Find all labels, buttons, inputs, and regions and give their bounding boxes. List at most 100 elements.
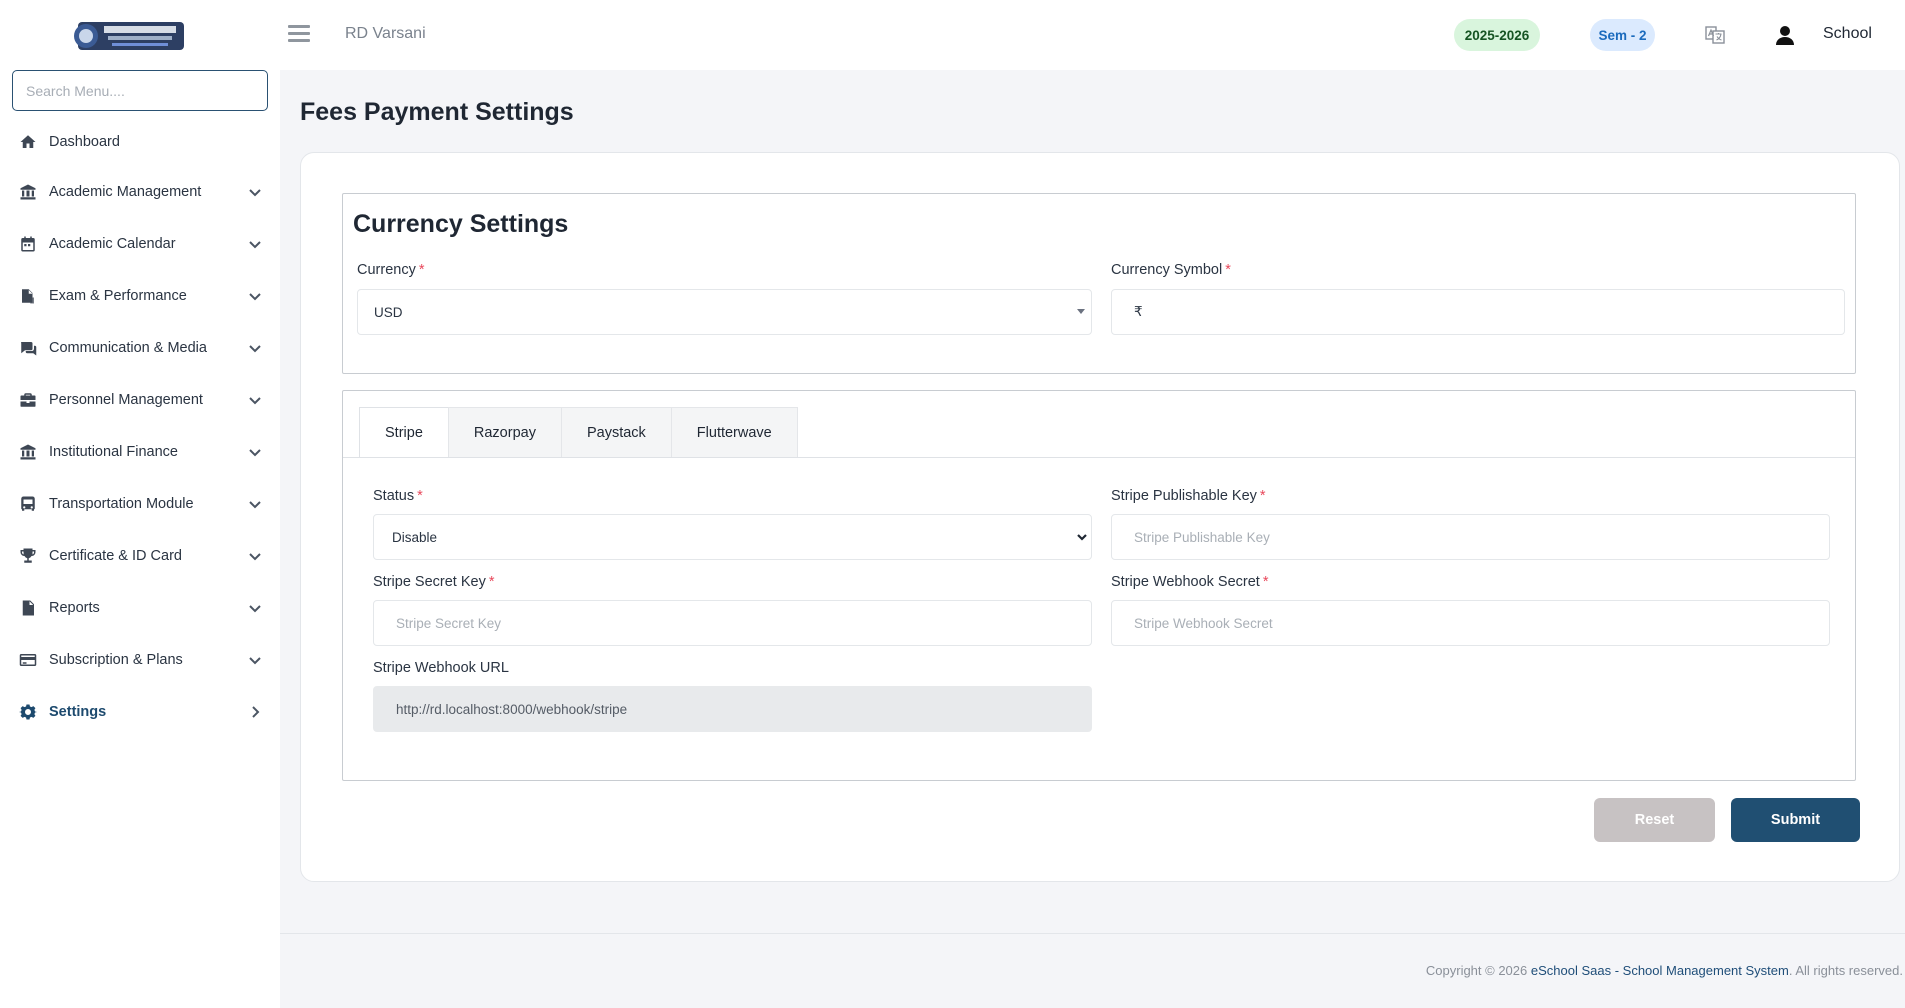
publishable-key-label: Stripe Publishable Key *: [1111, 488, 1266, 504]
sidebar-item-settings[interactable]: Settings: [0, 686, 280, 738]
tab-flutterwave[interactable]: Flutterwave: [670, 407, 798, 458]
currency-settings-title: Currency Settings: [353, 210, 569, 238]
chevron-down-icon: [248, 653, 262, 667]
chevron-down-icon: [248, 289, 262, 303]
language-icon[interactable]: [1704, 24, 1726, 46]
sidebar-item-label: Academic Calendar: [49, 236, 176, 252]
top-bar: RD Varsani 2025-2026 Sem - 2 School: [280, 0, 1905, 70]
calendar-icon: [18, 234, 38, 254]
settings-card: Currency Settings Currency * USD Currency…: [300, 152, 1900, 882]
currency-symbol-label: Currency Symbol *: [1111, 262, 1231, 278]
chevron-down-icon: [248, 393, 262, 407]
semester-badge[interactable]: Sem - 2: [1590, 19, 1655, 51]
home-icon: [18, 132, 38, 152]
exam-icon: [18, 286, 38, 306]
required-mark: *: [488, 574, 495, 590]
school-logo[interactable]: [70, 18, 192, 54]
secret-key-input[interactable]: [373, 600, 1092, 646]
required-mark: *: [1225, 262, 1231, 278]
page-title: Fees Payment Settings: [300, 98, 574, 126]
sidebar-item-transportation-module[interactable]: Transportation Module: [0, 478, 280, 530]
footer-link[interactable]: eSchool Saas - School Management System: [1531, 963, 1789, 978]
sidebar-item-academic-calendar[interactable]: Academic Calendar: [0, 218, 280, 270]
status-select[interactable]: Disable: [373, 514, 1092, 560]
chevron-down-icon: [248, 445, 262, 459]
publishable-key-input[interactable]: [1111, 514, 1830, 560]
currency-settings-box: Currency Settings Currency * USD Currency…: [342, 193, 1856, 374]
currency-select-value: USD: [374, 304, 403, 320]
sidebar-item-label: Dashboard: [49, 134, 120, 150]
sidebar-item-label: Personnel Management: [49, 392, 203, 408]
chevron-down-icon: [1075, 530, 1089, 544]
briefcase-icon: [18, 390, 38, 410]
chevron-down-icon: [248, 601, 262, 615]
credit-card-icon: [18, 650, 38, 670]
gateway-tabs: Stripe Razorpay Paystack Flutterwave: [359, 407, 798, 458]
tab-divider: [343, 457, 1855, 458]
status-label: Status *: [373, 488, 423, 504]
chevron-down-icon: [248, 497, 262, 511]
sidebar-item-reports[interactable]: Reports: [0, 582, 280, 634]
user-label[interactable]: School: [1823, 25, 1872, 43]
required-mark: *: [1259, 488, 1266, 504]
chat-icon: [18, 338, 38, 358]
chevron-down-icon: [248, 341, 262, 355]
footer: Copyright © 2026 eSchool Saas - School M…: [1426, 963, 1903, 978]
sidebar-item-academic-management[interactable]: Academic Management: [0, 166, 280, 218]
required-mark: *: [1262, 574, 1269, 590]
search-menu-input[interactable]: [12, 70, 268, 111]
secret-key-label: Stripe Secret Key *: [373, 574, 495, 590]
sidebar-item-institutional-finance[interactable]: Institutional Finance: [0, 426, 280, 478]
user-avatar-icon[interactable]: [1774, 24, 1796, 46]
sidebar-menu: Dashboard Academic Management Academic C…: [0, 118, 280, 738]
webhook-url-label: Stripe Webhook URL: [373, 660, 509, 676]
footer-divider: [280, 933, 1905, 934]
session-badge[interactable]: 2025-2026: [1454, 19, 1540, 51]
tab-razorpay[interactable]: Razorpay: [447, 407, 562, 458]
bus-icon: [18, 494, 38, 514]
sidebar-item-label: Settings: [49, 704, 107, 720]
trophy-icon: [18, 546, 38, 566]
reset-button[interactable]: Reset: [1594, 798, 1715, 842]
currency-label: Currency *: [357, 262, 425, 278]
tab-stripe[interactable]: Stripe: [359, 407, 449, 458]
rights-text: . All rights reserved.: [1788, 963, 1903, 978]
currency-symbol-input[interactable]: [1111, 289, 1845, 335]
sidebar-item-label: Institutional Finance: [49, 444, 178, 460]
sidebar-item-subscription-plans[interactable]: Subscription & Plans: [0, 634, 280, 686]
sidebar-item-exam-performance[interactable]: Exam & Performance: [0, 270, 280, 322]
required-mark: *: [418, 262, 425, 278]
copyright-text: Copyright © 2026: [1425, 963, 1528, 978]
sidebar-item-label: Subscription & Plans: [49, 652, 183, 668]
sidebar-item-communication-media[interactable]: Communication & Media: [0, 322, 280, 374]
sidebar-item-dashboard[interactable]: Dashboard: [0, 118, 280, 166]
sidebar-item-label: Academic Management: [49, 184, 202, 200]
school-name: RD Varsani: [345, 25, 426, 42]
chevron-right-icon: [248, 705, 262, 719]
gear-icon: [18, 702, 38, 722]
payment-gateway-box: Stripe Razorpay Paystack Flutterwave Sta…: [342, 390, 1856, 781]
webhook-url-input[interactable]: [373, 686, 1092, 732]
webhook-secret-label: Stripe Webhook Secret *: [1111, 574, 1269, 590]
chevron-down-icon: [248, 549, 262, 563]
sidebar-item-label: Certificate & ID Card: [49, 548, 182, 564]
institution-icon: [18, 442, 38, 462]
chevron-down-icon: [248, 185, 262, 199]
report-icon: [18, 598, 38, 618]
institution-icon: [18, 182, 38, 202]
submit-button[interactable]: Submit: [1731, 798, 1860, 842]
status-select-value: Disable: [392, 529, 438, 545]
sidebar-item-personnel-management[interactable]: Personnel Management: [0, 374, 280, 426]
required-mark: *: [417, 488, 423, 504]
caret-down-icon: [1077, 309, 1085, 314]
sidebar-item-label: Transportation Module: [49, 496, 194, 512]
webhook-secret-input[interactable]: [1111, 600, 1830, 646]
sidebar-item-label: Reports: [49, 600, 100, 616]
chevron-down-icon: [248, 237, 262, 251]
menu-toggle-icon[interactable]: [288, 25, 310, 44]
sidebar-item-certificate-id-card[interactable]: Certificate & ID Card: [0, 530, 280, 582]
tab-paystack[interactable]: Paystack: [560, 407, 672, 458]
currency-select[interactable]: USD: [357, 289, 1092, 335]
sidebar: Dashboard Academic Management Academic C…: [0, 0, 280, 1008]
sidebar-item-label: Exam & Performance: [49, 288, 187, 304]
